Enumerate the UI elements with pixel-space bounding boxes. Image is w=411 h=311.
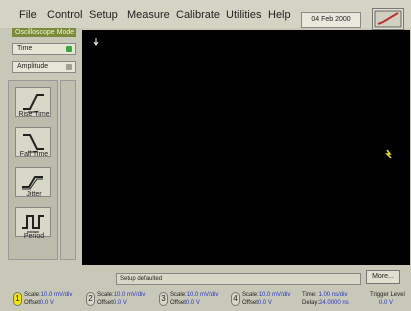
category-value: Time [17,45,33,52]
select-indicator-icon [66,64,72,70]
period-label: Period [23,233,45,240]
channel-3-number: 3 [159,292,168,306]
channel-1-scale: 10.0 mV/div [40,292,73,298]
channel1-ground-marker-icon [385,149,392,159]
select-indicator-icon [66,46,72,52]
scale-key: Scale: [242,292,259,298]
trigger-level-control[interactable]: Trigger Level 0.0 V [370,291,405,307]
channel-2-offset: 0.0 V [112,300,127,306]
date-time-display: 04 Feb 2000 11:43 [301,12,361,37]
type-value: Amplitude [17,63,49,70]
measurement-scrollbar[interactable] [60,80,76,260]
channel-4-scale: 10.0 mV/div [258,292,291,298]
delay-key: Delay: [302,300,320,306]
channel-4-offset: 0.0 V [257,300,272,306]
menu-bar: File Control Setup Measure Calibrate Uti… [0,0,411,37]
channel-1-control[interactable]: 1 Scale:10.0 mV/div Offset0.0 V [13,290,83,310]
timebase-control[interactable]: Time: 1.00 ns/div Delay:24.0000 ns [302,291,349,307]
fall-time-label: Fall Time [19,151,49,158]
measurement-panel: Rise Time Fall Time Jitter Period [8,80,58,260]
menu-file[interactable]: File [19,9,37,21]
scale-key: Scale: [97,292,114,298]
menu-utilities[interactable]: Utilities [226,9,261,21]
time-reference-marker-icon [93,38,99,46]
offset-key: Offset [24,300,40,306]
oscilloscope-mode-label: Oscilloscope Mode [12,28,76,37]
time-key: Time: [302,292,317,298]
channel-1-offset: 0.0 V [39,300,54,306]
status-message: Setup defaulted [116,273,361,285]
scope-mode-icon[interactable] [372,8,404,30]
offset-key: Offset [170,300,186,306]
trigger-level-label: Trigger Level [370,292,405,298]
measurement-type-select[interactable]: Amplitude [12,61,76,73]
channel-4-control[interactable]: 4 Scale:10.0 mV/div Offset0.0 V [231,290,301,310]
channel-2-number: 2 [86,292,95,306]
more-button[interactable]: More... [366,270,400,284]
channel-3-offset: 0.0 V [185,300,200,306]
menu-calibrate[interactable]: Calibrate [176,9,220,21]
time-delay: 24.0000 ns [319,300,349,306]
oscilloscope-display[interactable] [82,30,410,265]
channel-3-control[interactable]: 3 Scale:10.0 mV/div Offset0.0 V [159,290,229,310]
jitter-label: Jitter [26,191,42,198]
menu-measure[interactable]: Measure [127,9,170,21]
channel-1-number: 1 [13,292,22,306]
channel-4-number: 4 [231,292,240,306]
menu-control[interactable]: Control [47,9,82,21]
time-scale: 1.00 ns/div [318,292,348,298]
scale-key: Scale: [170,292,187,298]
channel-2-scale: 10.0 mV/div [113,292,146,298]
channel-3-scale: 10.0 mV/div [186,292,219,298]
trigger-level-value: 0.0 V [379,300,394,306]
channel-2-control[interactable]: 2 Scale:10.0 mV/div Offset0.0 V [86,290,156,310]
scale-key: Scale: [24,292,41,298]
offset-key: Offset [97,300,113,306]
period-icon [22,215,44,233]
menu-setup[interactable]: Setup [89,9,118,21]
rise-time-label: Rise Time [18,111,50,118]
menu-help[interactable]: Help [268,9,291,21]
offset-key: Offset [242,300,258,306]
measurement-category-select[interactable]: Time [12,43,76,55]
